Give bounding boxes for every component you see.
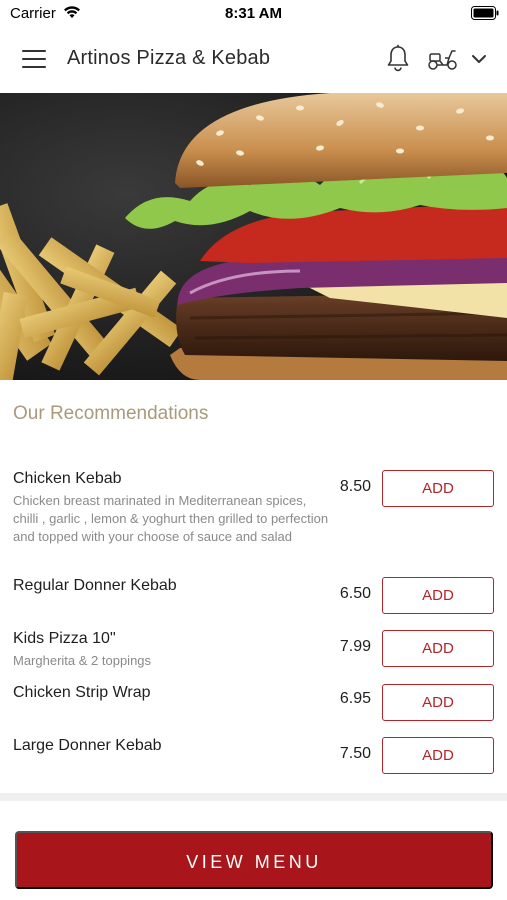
item-name: Kids Pizza 10" [13, 630, 116, 647]
item-price: 7.99 [339, 638, 371, 655]
item-price: 6.50 [339, 585, 371, 602]
add-button[interactable]: ADD [382, 577, 494, 614]
add-button[interactable]: ADD [382, 630, 494, 667]
bell-icon[interactable] [385, 44, 411, 72]
item-price: 6.95 [339, 690, 371, 707]
item-description: Margherita & 2 toppings [13, 653, 152, 668]
item-name: Chicken Kebab [13, 470, 122, 487]
add-button[interactable]: ADD [382, 684, 494, 721]
add-button[interactable]: ADD [382, 470, 494, 507]
item-name: Regular Donner Kebab [13, 577, 177, 594]
battery-icon [471, 6, 499, 20]
menu-icon[interactable] [22, 50, 46, 68]
clock-label: 8:31 AM [225, 5, 282, 22]
recommendations-title: Our Recommendations [13, 403, 209, 424]
add-button[interactable]: ADD [382, 737, 494, 774]
chevron-down-icon[interactable] [469, 50, 489, 68]
item-price: 7.50 [339, 745, 371, 762]
item-name: Large Donner Kebab [13, 737, 162, 754]
item-name: Chicken Strip Wrap [13, 684, 151, 701]
status-bar: Carrier 8:31 AM [0, 0, 507, 26]
section-divider [0, 793, 507, 801]
item-description: Chicken breast marinated in Mediterranea… [13, 493, 329, 544]
view-menu-button[interactable]: VIEW MENU [15, 831, 493, 889]
app-header: Artinos Pizza & Kebab [0, 26, 507, 93]
restaurant-title: Artinos Pizza & Kebab [67, 47, 271, 69]
item-price: 8.50 [339, 478, 371, 495]
hero-food-image [0, 93, 507, 380]
scooter-icon[interactable] [427, 46, 459, 72]
